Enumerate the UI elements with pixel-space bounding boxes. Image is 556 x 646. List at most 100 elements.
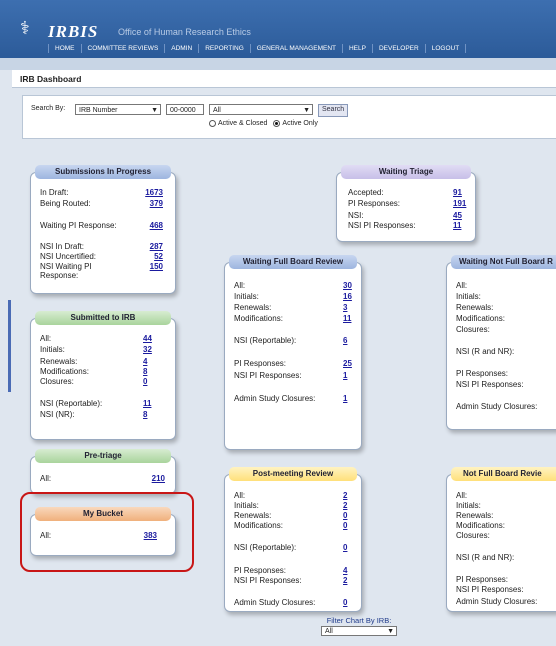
- fb-all-link[interactable]: 30: [343, 281, 357, 290]
- fb-modifications-link[interactable]: 11: [343, 314, 357, 323]
- row-label: NSI:: [348, 211, 364, 220]
- row-label: NSI PI Responses:: [348, 221, 416, 230]
- pre-triage-all-link[interactable]: 210: [143, 474, 165, 483]
- filter-chart-control: Filter Chart By IRB: All ▼: [321, 616, 397, 636]
- nsi-in-draft-link[interactable]: 287: [143, 242, 163, 251]
- panel-waiting-not-full-board-review: Waiting Not Full Board R All: Initials: …: [446, 255, 556, 430]
- nav-reporting[interactable]: REPORTING: [198, 44, 250, 53]
- submitted-initials-link[interactable]: 32: [143, 345, 157, 354]
- panel-pre-triage: Pre-triage All: 210: [30, 449, 176, 494]
- panel-submitted-to-irb: Submitted to IRB All: 44 Initials: 32 Re…: [30, 311, 176, 440]
- annotation-highlight-box: [20, 492, 194, 572]
- row-label: Closures:: [456, 531, 490, 540]
- row-label: Closures:: [456, 325, 490, 334]
- row-label: Modifications:: [234, 314, 283, 323]
- nav-admin[interactable]: ADMIN: [164, 44, 198, 53]
- row-label: PI Responses:: [456, 575, 509, 584]
- row-label: PI Responses:: [456, 369, 509, 378]
- submitted-nsi-nr-link[interactable]: 8: [143, 410, 157, 419]
- triage-accepted-link[interactable]: 91: [453, 188, 467, 197]
- row-label: PI Responses:: [234, 566, 287, 575]
- pm-pi-responses-link[interactable]: 4: [343, 566, 357, 575]
- row-label: Admin Study Closures:: [234, 394, 316, 403]
- submitted-all-link[interactable]: 44: [143, 334, 157, 343]
- row-label: Initials:: [456, 501, 481, 510]
- header-divider: [0, 58, 556, 70]
- fb-initials-link[interactable]: 16: [343, 292, 357, 301]
- row-label: NSI (NR):: [40, 410, 75, 419]
- pm-nsi-reportable-link[interactable]: 0: [343, 543, 357, 552]
- submitted-modifications-link[interactable]: 8: [143, 367, 157, 376]
- pm-all-link[interactable]: 2: [343, 491, 357, 500]
- in-draft-link[interactable]: 1673: [143, 188, 163, 197]
- row-label: Modifications:: [456, 314, 505, 323]
- submitted-renewals-link[interactable]: 4: [143, 357, 157, 366]
- row-label: Accepted:: [348, 188, 384, 197]
- row-label: All:: [234, 281, 246, 290]
- app-header: ⚕ IRBIS Office of Human Research Ethics …: [0, 0, 556, 58]
- nav-logout[interactable]: LOGOUT: [424, 44, 467, 53]
- row-label: NSI PI Responses:: [456, 585, 524, 594]
- submitted-nsi-reportable-link[interactable]: 11: [143, 399, 157, 408]
- row-label: All:: [456, 281, 468, 290]
- fb-renewals-link[interactable]: 3: [343, 303, 357, 312]
- fb-pi-responses-link[interactable]: 25: [343, 359, 357, 368]
- nav-committee-reviews[interactable]: COMMITTEE REVIEWS: [80, 44, 165, 53]
- row-label: NSI In Draft:: [40, 242, 85, 251]
- radio-button-checked-icon: [273, 120, 281, 127]
- search-button[interactable]: Search: [318, 104, 349, 117]
- nav-help[interactable]: HELP: [341, 44, 372, 53]
- radio-active-closed[interactable]: Active & Closed: [209, 120, 267, 127]
- row-label: NSI PI Responses:: [456, 380, 524, 389]
- row-label: All:: [234, 491, 246, 500]
- page-title: IRB Dashboard: [20, 74, 82, 84]
- row-label: NSI (Reportable):: [234, 336, 297, 345]
- row-label: Renewals:: [234, 303, 272, 312]
- panel-title: Pre-triage: [35, 449, 171, 463]
- irb-number-input[interactable]: 00-0000: [166, 104, 204, 115]
- filter-label: Filter Chart By IRB:: [326, 616, 392, 625]
- fb-admin-closures-link[interactable]: 1: [343, 394, 357, 403]
- triage-pi-responses-link[interactable]: 191: [453, 199, 471, 208]
- pm-initials-link[interactable]: 2: [343, 501, 357, 510]
- radio-active-only[interactable]: Active Only: [273, 120, 318, 127]
- pm-admin-closures-link[interactable]: 0: [343, 598, 357, 607]
- app-subtitle: Office of Human Research Ethics: [118, 27, 251, 37]
- triage-nsi-link[interactable]: 45: [453, 211, 467, 220]
- row-label: NSI (Reportable):: [40, 399, 103, 408]
- triage-nsi-pi-responses-link[interactable]: 11: [453, 221, 467, 230]
- people-logo-icon: ⚕: [20, 18, 30, 38]
- panel-waiting-full-board-review: Waiting Full Board Review All: 30 Initia…: [224, 255, 362, 450]
- status-radio-group: Active & Closed Active Only: [209, 120, 318, 127]
- nav-general-management[interactable]: GENERAL MANAGEMENT: [249, 44, 342, 53]
- radio-button-icon: [209, 120, 216, 127]
- nsi-uncertified-link[interactable]: 52: [143, 252, 163, 261]
- panel-title: Not Full Board Revie: [451, 467, 556, 481]
- row-label: NSI (Reportable):: [234, 543, 297, 552]
- submitted-closures-link[interactable]: 0: [143, 377, 157, 386]
- chevron-down-icon: ▼: [387, 628, 394, 635]
- row-label: Admin Study Closures:: [456, 597, 538, 606]
- chevron-down-icon: ▼: [151, 107, 158, 114]
- search-scope-select[interactable]: All ▼: [209, 104, 313, 115]
- search-field-select[interactable]: IRB Number ▼: [75, 104, 161, 115]
- pm-nsi-pi-responses-link[interactable]: 2: [343, 576, 357, 585]
- row-label: Response:: [40, 271, 79, 280]
- being-routed-link[interactable]: 379: [143, 199, 163, 208]
- pm-modifications-link[interactable]: 0: [343, 521, 357, 530]
- fb-nsi-pi-responses-link[interactable]: 1: [343, 371, 357, 380]
- panel-waiting-triage: Waiting Triage Accepted: 91 PI Responses…: [336, 165, 476, 242]
- row-label: NSI PI Responses:: [234, 371, 302, 380]
- row-label: Renewals:: [456, 303, 494, 312]
- waiting-pi-response-link[interactable]: 468: [143, 221, 163, 230]
- pm-renewals-link[interactable]: 0: [343, 511, 357, 520]
- row-label: Being Routed:: [40, 199, 91, 208]
- row-label: Modifications:: [40, 367, 89, 376]
- nsi-waiting-pi-link[interactable]: 150: [143, 262, 163, 271]
- filter-irb-select[interactable]: All ▼: [321, 626, 397, 636]
- row-label: NSI (R and NR):: [456, 347, 515, 356]
- dashboard-titlebar: IRB Dashboard: [12, 70, 556, 88]
- nav-developer[interactable]: DEVELOPER: [371, 44, 425, 53]
- nav-home[interactable]: HOME: [48, 44, 81, 53]
- fb-nsi-reportable-link[interactable]: 6: [343, 336, 357, 345]
